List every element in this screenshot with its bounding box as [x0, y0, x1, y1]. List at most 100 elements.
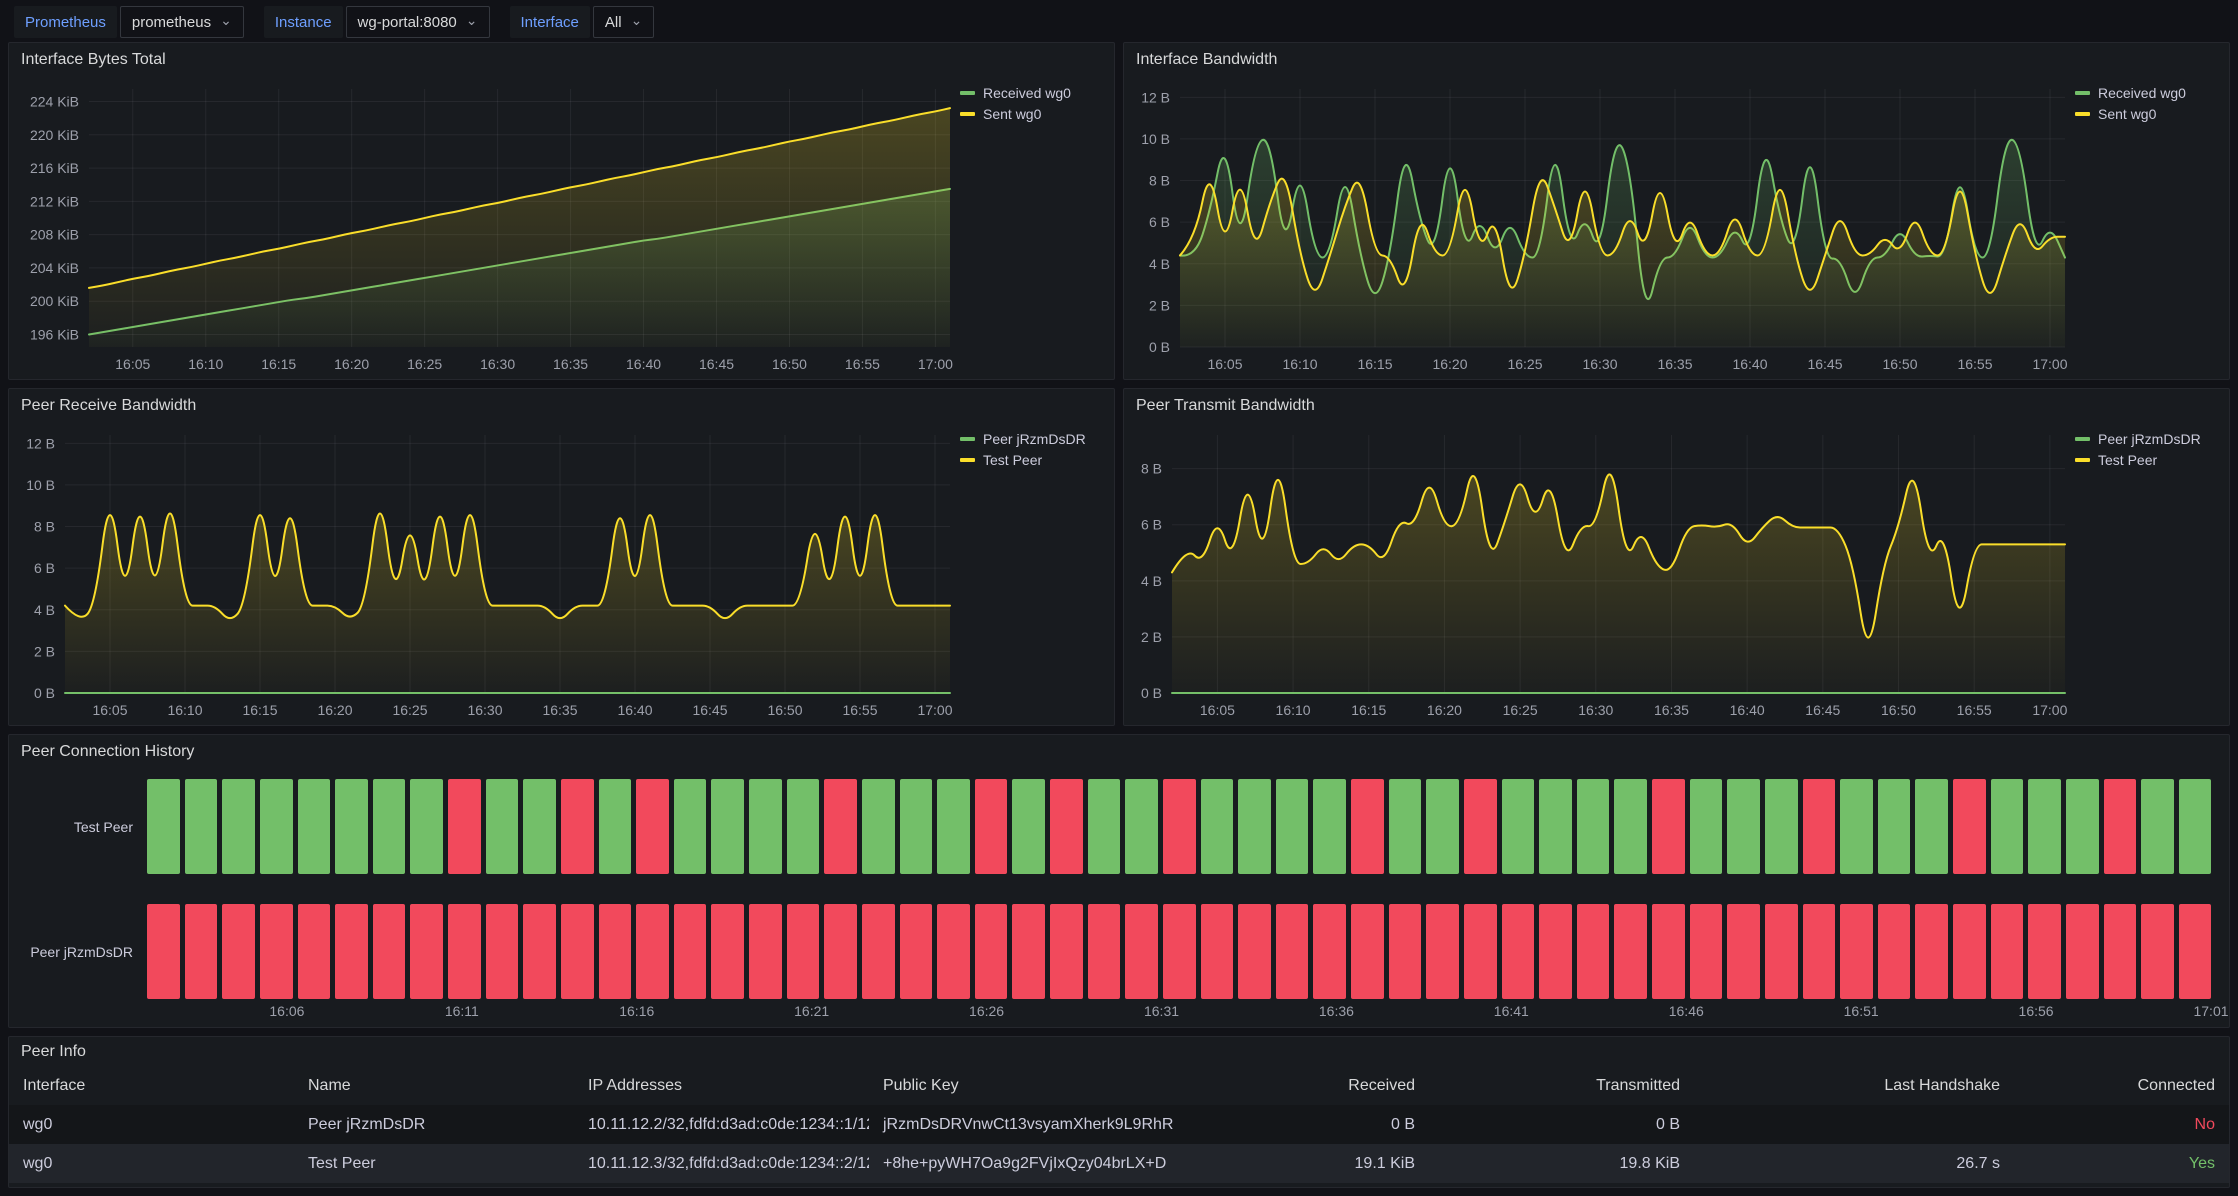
svg-text:196 KiB: 196 KiB: [30, 327, 79, 343]
state-bar-connected: [2179, 779, 2212, 874]
state-bar-connected: [147, 779, 180, 874]
svg-text:16:45: 16:45: [1805, 702, 1840, 718]
column-header-ip-addresses[interactable]: IP Addresses: [574, 1077, 869, 1095]
panel-peer-info: Peer Info InterfaceNameIP AddressesPubli…: [8, 1036, 2230, 1188]
chart-legend: Peer jRzmDsDR Test Peer: [956, 423, 1108, 723]
state-bar-disconnected: [1840, 904, 1873, 999]
table-cell: Test Peer: [294, 1155, 574, 1173]
svg-text:16:45: 16:45: [692, 702, 727, 718]
svg-text:16:10: 16:10: [188, 356, 223, 372]
column-header-received[interactable]: Received: [1204, 1077, 1429, 1095]
state-bar-disconnected: [975, 779, 1008, 874]
chart-svg: 16:0516:1016:1516:2016:2516:3016:3516:40…: [1130, 423, 2071, 723]
svg-text:16:05: 16:05: [92, 702, 127, 718]
panel-header[interactable]: Interface Bandwidth: [1124, 43, 2229, 77]
variable-prometheus: Prometheus prometheus ⌄: [14, 6, 244, 38]
state-bar-disconnected: [147, 904, 180, 999]
svg-text:16:30: 16:30: [1578, 702, 1613, 718]
timeline-axis-tick: 16:36: [1319, 1003, 1354, 1019]
column-header-public-key[interactable]: Public Key: [869, 1077, 1204, 1095]
legend-series-name: Peer jRzmDsDR: [983, 431, 1086, 447]
chart-interface-bytes-total[interactable]: 16:0516:1016:1516:2016:2516:3016:3516:40…: [15, 77, 956, 377]
state-bar-connected: [1690, 779, 1723, 874]
column-header-connected[interactable]: Connected: [2014, 1077, 2229, 1095]
table-cell: +8he+pyWH7Oa9g2FVjIxQzy04brLX+D: [869, 1155, 1204, 1173]
svg-text:16:40: 16:40: [626, 356, 661, 372]
column-header-interface[interactable]: Interface: [9, 1077, 294, 1095]
state-bar-connected: [1765, 779, 1798, 874]
timeline-bars[interactable]: [147, 904, 2211, 999]
state-bar-connected: [1313, 779, 1346, 874]
timeline-axis-tick: 16:46: [1669, 1003, 1704, 1019]
state-bar-disconnected: [1313, 904, 1346, 999]
peer-table-body: wg0Peer jRzmDsDR10.11.12.2/32,fdfd:d3ad:…: [9, 1105, 2229, 1183]
state-bar-disconnected: [1765, 904, 1798, 999]
svg-text:16:15: 16:15: [1357, 356, 1392, 372]
svg-text:16:40: 16:40: [1730, 702, 1765, 718]
legend-series-swatch: [960, 437, 975, 441]
panel-peer-receive-bandwidth: Peer Receive Bandwidth 16:0516:1016:1516…: [8, 388, 1115, 726]
svg-text:216 KiB: 216 KiB: [30, 160, 79, 176]
panel-header[interactable]: Peer Connection History: [9, 735, 2229, 769]
timeline-axis-tick: 16:51: [1844, 1003, 1879, 1019]
svg-text:16:35: 16:35: [553, 356, 588, 372]
chart-peer-receive-bandwidth[interactable]: 16:0516:1016:1516:2016:2516:3016:3516:40…: [15, 423, 956, 723]
column-header-name[interactable]: Name: [294, 1077, 574, 1095]
chart-interface-bandwidth[interactable]: 16:0516:1016:1516:2016:2516:3016:3516:40…: [1130, 77, 2071, 377]
legend-series-swatch: [2075, 437, 2090, 441]
legend-item[interactable]: Test Peer: [2075, 452, 2217, 468]
chart-peer-transmit-bandwidth[interactable]: 16:0516:1016:1516:2016:2516:3016:3516:40…: [1130, 423, 2071, 723]
legend-item[interactable]: Sent wg0: [960, 106, 1102, 122]
state-bar-disconnected: [1878, 904, 1911, 999]
state-bar-disconnected: [1991, 904, 2024, 999]
table-row: wg0Peer jRzmDsDR10.11.12.2/32,fdfd:d3ad:…: [9, 1105, 2229, 1144]
panel-header[interactable]: Peer Info: [9, 1037, 2229, 1067]
legend-item[interactable]: Peer jRzmDsDR: [2075, 431, 2217, 447]
column-header-last-handshake[interactable]: Last Handshake: [1694, 1077, 2014, 1095]
state-bar-disconnected: [260, 904, 293, 999]
panel-title: Peer Receive Bandwidth: [21, 397, 196, 415]
legend-item[interactable]: Received wg0: [960, 85, 1102, 101]
variable-select-prometheus[interactable]: prometheus ⌄: [120, 6, 244, 38]
legend-series-swatch: [960, 458, 975, 462]
panel-header[interactable]: Interface Bytes Total: [9, 43, 1114, 77]
state-bar-connected: [1238, 779, 1271, 874]
chart-svg: 16:0516:1016:1516:2016:2516:3016:3516:40…: [15, 77, 956, 377]
column-header-transmitted[interactable]: Transmitted: [1429, 1077, 1694, 1095]
state-bar-connected: [900, 779, 933, 874]
legend-item[interactable]: Peer jRzmDsDR: [960, 431, 1102, 447]
table-cell: 19.8 KiB: [1429, 1155, 1694, 1173]
legend-item[interactable]: Received wg0: [2075, 85, 2217, 101]
svg-text:10 B: 10 B: [1141, 131, 1170, 147]
svg-text:16:10: 16:10: [1282, 356, 1317, 372]
timeline-axis-tick: 16:26: [969, 1003, 1004, 1019]
table-cell: 0 B: [1429, 1116, 1694, 1134]
state-bar-disconnected: [1953, 779, 1986, 874]
state-bar-connected: [1502, 779, 1535, 874]
svg-text:16:25: 16:25: [392, 702, 427, 718]
legend-item[interactable]: Test Peer: [960, 452, 1102, 468]
svg-text:12 B: 12 B: [26, 435, 55, 451]
legend-item[interactable]: Sent wg0: [2075, 106, 2217, 122]
timeline-bars[interactable]: [147, 779, 2211, 874]
svg-text:2 B: 2 B: [1141, 629, 1162, 645]
variable-select-instance[interactable]: wg-portal:8080 ⌄: [346, 6, 490, 38]
state-bar-connected: [298, 779, 331, 874]
timeline-rows: Test PeerPeer jRzmDsDR: [15, 779, 2211, 999]
state-bar-connected: [599, 779, 632, 874]
state-bar-connected: [1840, 779, 1873, 874]
table-cell: Peer jRzmDsDR: [294, 1116, 574, 1134]
svg-text:208 KiB: 208 KiB: [30, 227, 79, 243]
svg-text:16:55: 16:55: [1957, 356, 1992, 372]
svg-text:16:30: 16:30: [480, 356, 515, 372]
state-bar-disconnected: [1727, 904, 1760, 999]
state-bar-disconnected: [1652, 904, 1685, 999]
variable-value-text: All: [605, 14, 622, 31]
panel-header[interactable]: Peer Transmit Bandwidth: [1124, 389, 2229, 423]
state-bar-disconnected: [1690, 904, 1723, 999]
dashboard-body: Interface Bytes Total 16:0516:1016:1516:…: [0, 40, 2238, 1196]
variable-select-interface[interactable]: All ⌄: [593, 6, 654, 38]
panel-header[interactable]: Peer Receive Bandwidth: [9, 389, 1114, 423]
svg-text:224 KiB: 224 KiB: [30, 93, 79, 109]
state-bar-disconnected: [448, 904, 481, 999]
